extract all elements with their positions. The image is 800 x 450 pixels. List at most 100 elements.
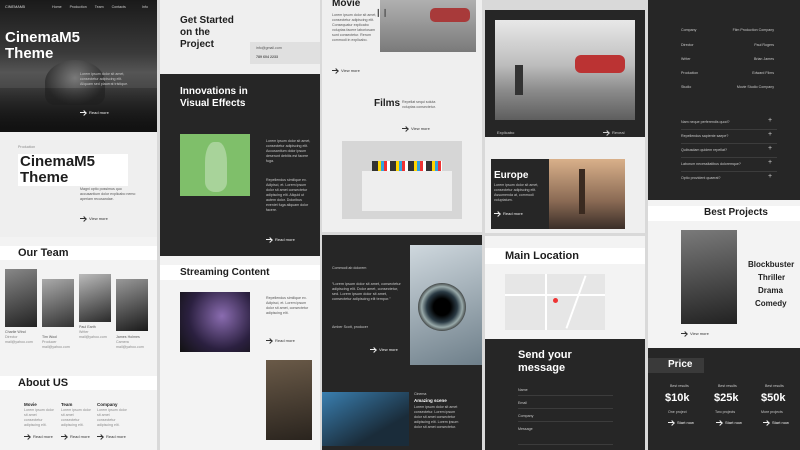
arrow-right-icon (80, 112, 86, 113)
tier-start-now-button[interactable]: Start now (668, 420, 694, 425)
message-field[interactable]: Message (518, 427, 533, 432)
nav-bar: Home Production Team Contacts (52, 5, 126, 9)
arrow-right-icon (80, 218, 86, 219)
nav-item-production[interactable]: Production (70, 5, 87, 9)
plus-icon[interactable]: + (768, 117, 772, 124)
credit-key: Writer (681, 57, 691, 61)
arrow-right-icon (402, 128, 408, 129)
arrow-right-icon (681, 333, 687, 334)
film-set-photo (322, 392, 409, 446)
member-mail: mail@yahoo.com (79, 335, 107, 339)
faq-question: Quibusdam quidem repellat? (681, 148, 727, 152)
about-read-more-button[interactable]: Read more (61, 434, 90, 439)
quote-text: “Lorem ipsum dolor sit amet, consectetur… (332, 282, 401, 301)
about-title: About US (18, 377, 69, 389)
intro-tag: Production (18, 145, 36, 149)
hero-read-more-button[interactable]: Read more (80, 110, 109, 115)
tier-start-now-button[interactable]: Start now (716, 420, 742, 425)
arrow-right-icon (763, 422, 769, 423)
location-card: Main Location (485, 236, 645, 339)
started-mail[interactable]: info@gmail.com (256, 46, 282, 51)
tier-name: More projects (761, 410, 783, 414)
nav-item-team[interactable]: Team (95, 5, 104, 9)
streaming-read-more-button[interactable]: Read more (266, 338, 295, 343)
project-item-comedy[interactable]: Comedy (755, 299, 787, 308)
field-underline (518, 421, 613, 422)
films-view-more-button[interactable]: View more (402, 126, 430, 131)
project-item-drama[interactable]: Drama (758, 286, 783, 295)
amazing-scene-card: Cinema Amazing scene Lorem ipsum dolor s… (322, 388, 482, 450)
vfx-read-more-button[interactable]: Read more (266, 237, 295, 242)
tier-name: Two projects (715, 410, 736, 414)
arrow-right-icon (603, 132, 609, 133)
location-map[interactable] (505, 274, 605, 330)
streaming-card: Streaming Content Repellendus similique … (160, 256, 320, 450)
vintage-car-photo (380, 0, 476, 52)
member-photo (79, 274, 111, 322)
arrow-right-icon (370, 349, 376, 350)
about-col-heading: Movie (24, 402, 37, 407)
films-title: Films (374, 98, 401, 109)
faq-divider (681, 143, 777, 144)
member-photo (5, 269, 37, 327)
slider-prev-button[interactable]: Explicabo (497, 130, 514, 135)
faq-question: Laborum necessitatibus doloremque? (681, 162, 741, 166)
credit-value: Film Production Company (732, 28, 774, 32)
name-field[interactable]: Name (518, 388, 528, 393)
quote-card: Commodi ab dolorem “Lorem ipsum dolor si… (322, 235, 482, 388)
hero-photo (0, 0, 157, 132)
projects-view-more-button[interactable]: View more (681, 331, 709, 336)
europe-read-more-button[interactable]: Read more (494, 211, 523, 216)
arrow-right-icon (494, 213, 500, 214)
about-col-text: Lorem ipsum dolor sit amet consectetur a… (61, 408, 91, 427)
tier-start-now-button[interactable]: Start now (763, 420, 789, 425)
faq-card: Nam neque perferendis quod? + Repellendus… (648, 110, 800, 200)
team-title: Our Team (18, 247, 69, 259)
faq-divider (681, 129, 777, 130)
faq-question: Repellendus sapiente saepe? (681, 134, 729, 138)
email-field[interactable]: Email (518, 401, 527, 406)
plus-icon[interactable]: + (768, 145, 772, 152)
project-item-thriller[interactable]: Thriller (758, 273, 785, 282)
slider-next-button[interactable]: Reveal (603, 130, 624, 135)
films-text: Repellat sequi soluta voluptas consectet… (402, 100, 436, 109)
europe-card: Europe Lorem ipsum dolor sit amet, conse… (485, 137, 645, 233)
movie-view-more-button[interactable]: View more (332, 68, 360, 73)
about-col-text: Lorem ipsum dolor sit amet consectetur a… (97, 408, 127, 427)
about-col-text: Lorem ipsum dolor sit amet consectetur a… (24, 408, 54, 427)
about-card: About US Movie Lorem ipsum dolor sit ame… (0, 367, 157, 450)
theme-mosaic: CINEMAM5 Home Production Team Contacts I… (0, 0, 800, 450)
nav-item-contacts[interactable]: Contacts (112, 5, 126, 9)
movie-card: Movie Lorem ipsum dolor sit amet, consec… (322, 0, 482, 74)
faq-divider (681, 157, 777, 158)
streaming-title: Streaming Content (180, 267, 270, 278)
nav-item-home[interactable]: Home (52, 5, 62, 9)
nav-brand[interactable]: CINEMAM5 (5, 5, 25, 9)
quote-view-more-button[interactable]: View more (370, 347, 398, 352)
company-field[interactable]: Company (518, 414, 533, 419)
about-col-heading: Team (61, 402, 73, 407)
started-phone[interactable]: 789 604 2233 (256, 55, 278, 60)
tier-name: One project (668, 410, 687, 414)
credits-card: Company Film Production Company Director P… (648, 0, 800, 110)
amazing-tag: Cinema (414, 392, 427, 396)
player-icon[interactable]: ❙❙ (375, 8, 388, 17)
nav-info[interactable]: Info (142, 5, 148, 9)
project-item-blockbuster[interactable]: Blockbuster (748, 260, 794, 269)
tier-label: Best results (718, 384, 737, 388)
about-read-more-button[interactable]: Read more (97, 434, 126, 439)
message-card: Send your message Name Email Company Mes… (485, 339, 645, 450)
member-photo (42, 279, 74, 327)
started-title: Get Started on the Project (180, 15, 234, 50)
vfx-card: Innovations in Visual Effects Lorem ipsu… (160, 74, 320, 256)
quote-author: Amber Scott, producer (332, 325, 368, 329)
vfx-text-2: Repellendus similique ex. Adipisci, et. … (266, 178, 309, 212)
about-read-more-button[interactable]: Read more (24, 434, 53, 439)
plus-icon[interactable]: + (768, 159, 772, 166)
tier-label: Best results (765, 384, 784, 388)
tier-value: $25k (714, 392, 739, 404)
plus-icon[interactable]: + (768, 173, 772, 180)
plus-icon[interactable]: + (768, 131, 772, 138)
big-ben-photo (549, 159, 625, 229)
intro-view-more-button[interactable]: View more (80, 216, 108, 221)
